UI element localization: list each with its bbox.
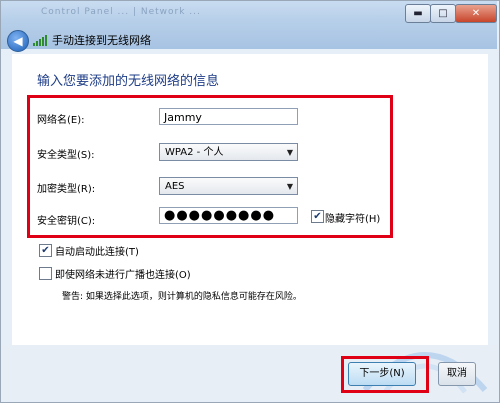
next-highlight-box	[341, 356, 429, 393]
auto-start-checkbox[interactable]: ✔	[39, 244, 52, 257]
close-button[interactable]: ✕	[455, 4, 497, 23]
encryption-type-select[interactable]: AES ▼	[159, 177, 298, 195]
privacy-warning-text: 警告: 如果选择此选项，则计算机的隐私信息可能存在风险。	[62, 292, 302, 302]
connect-hidden-checkbox[interactable]	[39, 267, 52, 280]
security-type-select[interactable]: WPA2 - 个人 ▼	[159, 143, 298, 161]
encryption-type-value: AES	[165, 181, 185, 192]
window-title: 手动连接到无线网络	[52, 34, 151, 47]
security-type-value: WPA2 - 个人	[165, 147, 224, 158]
security-key-input[interactable]: ●●●●●●●●●	[159, 207, 298, 224]
cancel-button[interactable]: 取消	[438, 362, 476, 386]
minimize-button[interactable]: ▬	[405, 4, 431, 23]
connect-hidden-label: 即使网络未进行广播也连接(O)	[55, 270, 191, 281]
network-name-input[interactable]: Jammy	[159, 108, 298, 125]
hide-characters-label: 隐藏字符(H)	[325, 214, 381, 225]
security-type-label: 安全类型(S):	[37, 150, 95, 161]
wireless-signal-icon	[33, 35, 47, 46]
dropdown-arrow-icon: ▼	[286, 148, 293, 157]
back-arrow-button[interactable]: ◀	[7, 30, 29, 52]
maximize-button[interactable]: □	[430, 4, 456, 23]
page-heading: 输入您要添加的无线网络的信息	[37, 74, 220, 89]
auto-start-label: 自动启动此连接(T)	[55, 247, 139, 258]
security-key-label: 安全密钥(C):	[37, 216, 96, 227]
encryption-type-label: 加密类型(R):	[37, 184, 96, 195]
dropdown-arrow-icon: ▼	[286, 182, 293, 191]
network-name-label: 网络名(E):	[37, 115, 85, 126]
hide-characters-checkbox[interactable]: ✔	[311, 210, 324, 223]
background-tabs: Control Panel ... | Network ...	[41, 7, 201, 17]
